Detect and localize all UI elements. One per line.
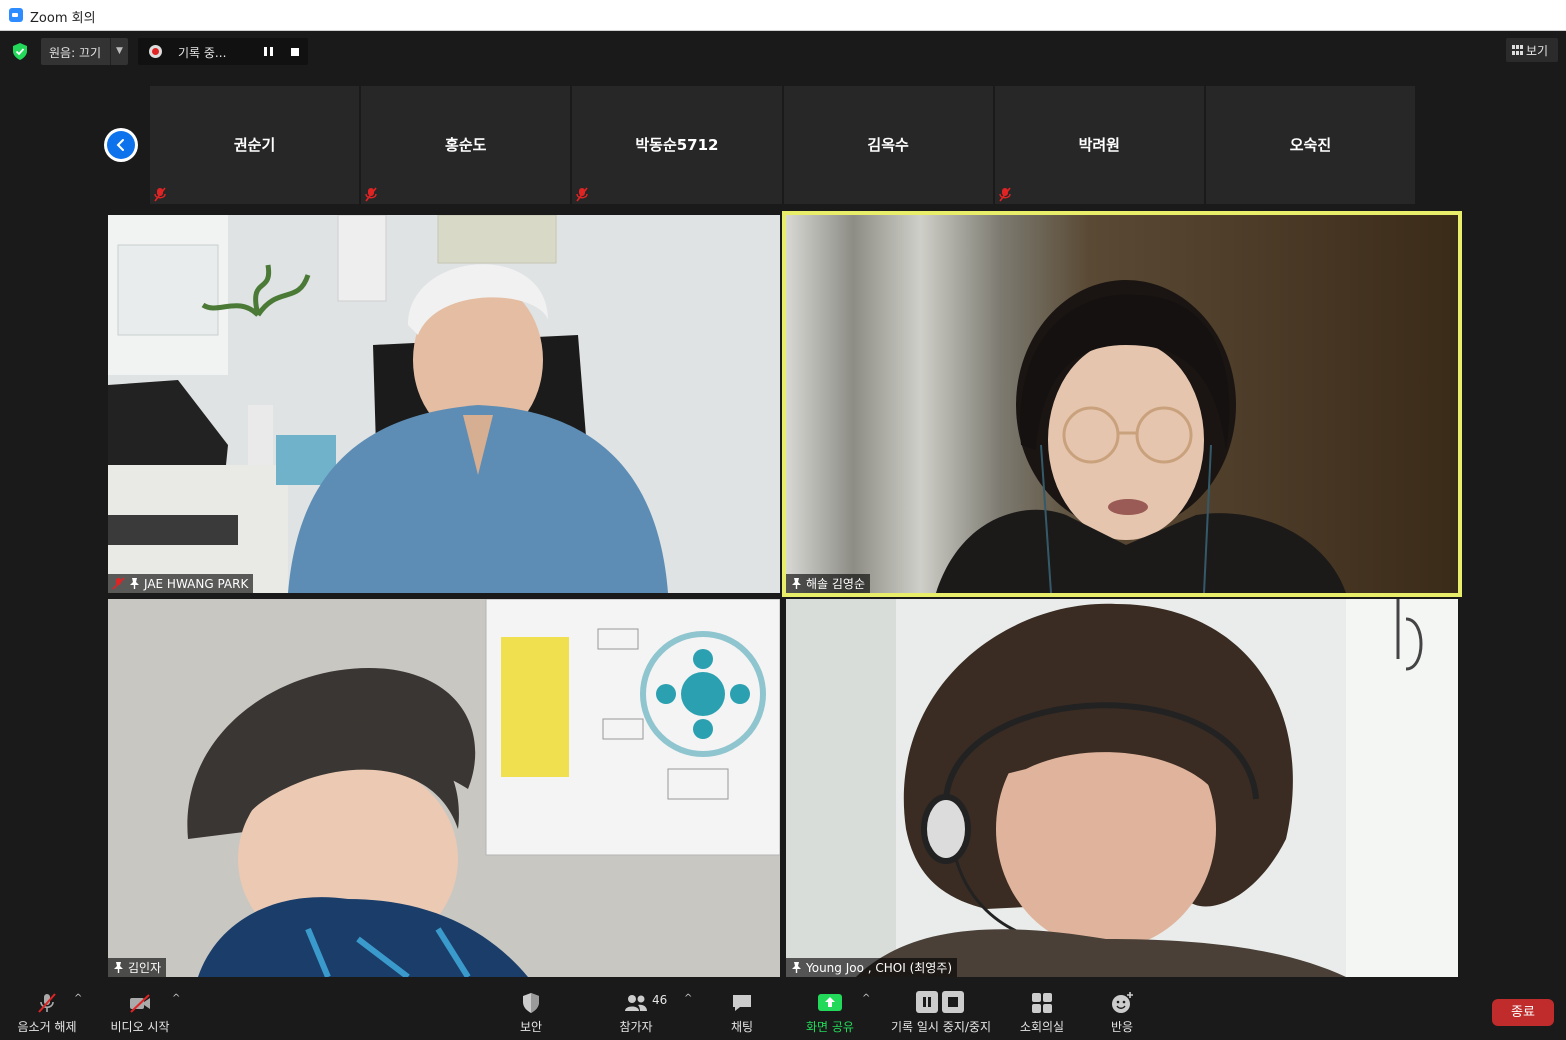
muted-mic-icon bbox=[112, 577, 125, 590]
security-shield-icon[interactable] bbox=[12, 43, 28, 60]
pause-stop-recording-icon bbox=[916, 991, 964, 1013]
unmute-button[interactable]: 음소거 해제 bbox=[6, 979, 88, 1040]
previous-page-button[interactable] bbox=[104, 128, 138, 162]
start-video-button[interactable]: 비디오 시작 bbox=[100, 979, 180, 1040]
video-tile[interactable]: Young Joo , CHOI (최영주) bbox=[786, 599, 1458, 977]
zoom-app-icon bbox=[9, 8, 23, 22]
participant-nametag: 김인자 bbox=[108, 958, 167, 977]
meeting-toolbar: 음소거 해제 ^ 비디오 시작 ^ 보안 46 참가자 ^ 채팅 화면 공유 ^… bbox=[0, 979, 1566, 1040]
share-screen-label: 화면 공유 bbox=[806, 1020, 854, 1034]
share-options-caret-icon[interactable]: ^ bbox=[862, 993, 870, 1004]
original-sound-label: 원음: 끄기 bbox=[49, 46, 102, 60]
pin-icon bbox=[130, 578, 139, 589]
participant-name: 박동순5712 bbox=[635, 136, 719, 154]
participant-nametag: 해솔 김영순 bbox=[786, 574, 871, 593]
pin-icon bbox=[792, 578, 801, 589]
share-screen-button[interactable]: 화면 공유 bbox=[798, 979, 862, 1040]
start-video-label: 비디오 시작 bbox=[110, 1020, 170, 1034]
end-meeting-button[interactable]: 종료 bbox=[1492, 999, 1554, 1026]
video-options-caret-icon[interactable]: ^ bbox=[172, 993, 180, 1004]
chat-button[interactable]: 채팅 bbox=[712, 979, 772, 1040]
breakout-rooms-button[interactable]: 소회의실 bbox=[1010, 979, 1074, 1040]
breakout-rooms-icon bbox=[1032, 993, 1052, 1013]
muted-mic-icon bbox=[576, 187, 589, 202]
window-title: Zoom 회의 bbox=[30, 11, 96, 26]
participant-name: 박려원 bbox=[1078, 136, 1120, 154]
stop-recording-icon[interactable] bbox=[291, 48, 299, 56]
recording-status-pill: 기록 중... bbox=[138, 38, 308, 65]
video-tile[interactable]: 김인자 bbox=[108, 599, 780, 977]
audio-options-caret-icon[interactable]: ^ bbox=[74, 993, 82, 1004]
participant-video bbox=[108, 599, 780, 977]
recording-controls-label: 기록 일시 중지/중지 bbox=[891, 1020, 991, 1034]
view-label: 보기 bbox=[1526, 44, 1549, 58]
participants-caret-icon[interactable]: ^ bbox=[684, 993, 692, 1004]
muted-mic-icon bbox=[998, 187, 1011, 202]
participant-count: 46 bbox=[652, 993, 668, 1007]
participant-name: Young Joo , CHOI (최영주) bbox=[806, 961, 953, 975]
participant-name: 홍순도 bbox=[445, 136, 487, 154]
pin-icon bbox=[792, 962, 801, 973]
recording-status-label: 기록 중... bbox=[178, 46, 227, 60]
participant-name: 김인자 bbox=[128, 961, 162, 975]
reactions-label: 반응 bbox=[1110, 1020, 1134, 1034]
chevron-down-icon[interactable]: ▼ bbox=[110, 38, 128, 65]
recording-dot-icon bbox=[149, 45, 162, 58]
title-bar: Zoom 회의 bbox=[0, 0, 1566, 31]
participant-name: JAE HWANG PARK bbox=[144, 576, 249, 591]
participant-name: 김옥수 bbox=[867, 136, 909, 154]
participant-video bbox=[786, 599, 1458, 977]
security-label: 보안 bbox=[519, 1020, 543, 1034]
chat-label: 채팅 bbox=[730, 1020, 754, 1034]
participant-name: 오숙진 bbox=[1289, 136, 1332, 154]
security-shield-icon bbox=[523, 993, 539, 1013]
participant-thumbnail[interactable]: 권순기 bbox=[150, 86, 360, 204]
participant-name: 권순기 bbox=[233, 136, 276, 154]
muted-mic-icon bbox=[365, 187, 377, 202]
reactions-button[interactable]: 반응 bbox=[1092, 979, 1152, 1040]
zoom-meeting-window: Zoom 회의 원음: 끄기 ▼ 기록 중... 보기 권순기 홍순도 박동순5… bbox=[0, 0, 1566, 1040]
pin-icon bbox=[114, 962, 123, 973]
video-off-icon bbox=[130, 994, 150, 1013]
participant-video bbox=[108, 215, 780, 593]
gallery-grid-icon bbox=[1512, 45, 1523, 55]
unmute-label: 음소거 해제 bbox=[17, 1020, 77, 1034]
view-button[interactable]: 보기 bbox=[1506, 38, 1558, 62]
participants-button[interactable]: 46 참가자 bbox=[604, 979, 668, 1040]
participant-video bbox=[786, 215, 1458, 593]
reaction-smiley-icon bbox=[1112, 992, 1133, 1013]
participant-thumbnail[interactable]: 박려원 bbox=[994, 86, 1204, 204]
muted-microphone-icon bbox=[38, 993, 56, 1013]
recording-controls-button[interactable]: 기록 일시 중지/중지 bbox=[882, 979, 1000, 1040]
participant-thumbnail-strip: 권순기 홍순도 박동순5712 김옥수 박려원 오숙진 bbox=[150, 86, 1416, 204]
participant-name: 해솔 김영순 bbox=[806, 577, 866, 591]
muted-mic-icon bbox=[154, 187, 166, 202]
share-screen-icon bbox=[818, 994, 842, 1011]
video-tile[interactable]: JAE HWANG PARK bbox=[108, 215, 780, 593]
participants-label: 참가자 bbox=[619, 1020, 653, 1034]
pause-recording-icon[interactable] bbox=[264, 47, 273, 56]
participant-thumbnail[interactable]: 김옥수 bbox=[783, 86, 993, 204]
breakout-rooms-label: 소회의실 bbox=[1019, 1020, 1065, 1034]
participant-thumbnail[interactable]: 오숙진 bbox=[1205, 86, 1416, 204]
chevron-left-icon bbox=[116, 139, 124, 151]
participant-nametag: JAE HWANG PARK bbox=[108, 574, 254, 593]
security-button[interactable]: 보안 bbox=[501, 979, 561, 1040]
original-sound-toggle[interactable]: 원음: 끄기 ▼ bbox=[41, 38, 128, 65]
participants-icon bbox=[625, 995, 647, 1011]
participant-thumbnail[interactable]: 홍순도 bbox=[361, 86, 571, 204]
participant-thumbnail[interactable]: 박동순5712 bbox=[572, 86, 782, 204]
participant-nametag: Young Joo , CHOI (최영주) bbox=[786, 958, 958, 977]
chat-bubble-icon bbox=[733, 995, 751, 1011]
active-speaker-video-tile[interactable]: 해솔 김영순 bbox=[782, 211, 1462, 597]
meeting-top-bar: 원음: 끄기 ▼ 기록 중... 보기 bbox=[0, 31, 1566, 71]
